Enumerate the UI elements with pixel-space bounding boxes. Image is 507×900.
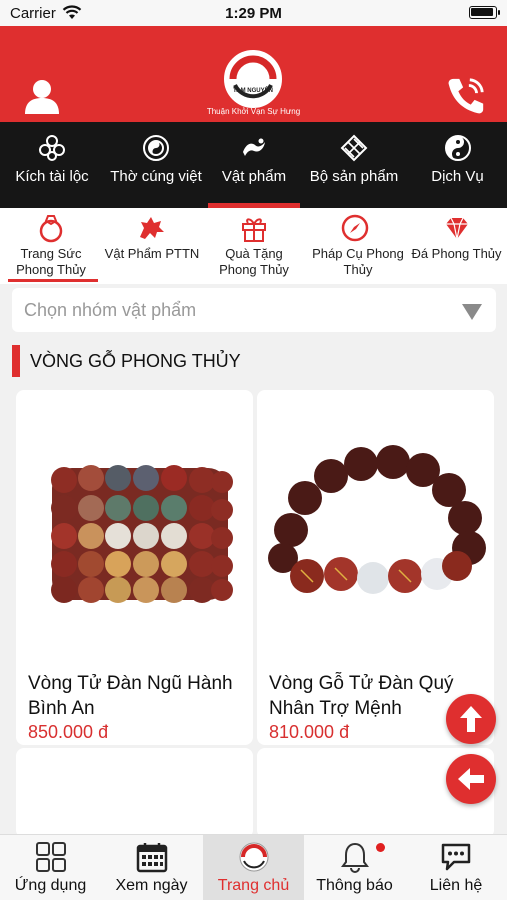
tab-label: Xem ngày	[115, 877, 188, 894]
tab-trang-chu[interactable]: Trang chủ	[203, 835, 304, 900]
tab-label: Thông báo	[316, 877, 393, 894]
apps-grid-icon	[35, 842, 66, 872]
subcategory-label: Đá Phong Thủy	[411, 246, 502, 261]
category-label: Thờ cúng việt	[110, 168, 202, 185]
tab-thong-bao[interactable]: Thông báo	[304, 835, 405, 900]
category-dich-vu[interactable]: Dịch Vụ	[408, 122, 507, 208]
tab-ung-dung[interactable]: Ứng dụng	[0, 835, 101, 900]
category-label: Dịch Vụ	[431, 168, 484, 185]
brand-tagline: Thuận Khởi Vạn Sự Hưng	[206, 107, 301, 116]
category-nav: Kích tài lộc Thờ cúng việt Vật phẩm Bộ s…	[0, 122, 507, 208]
dragon-icon	[243, 138, 265, 156]
qilin-icon	[140, 217, 164, 239]
subcategory-label: Trang Sức Phong Thủy	[16, 246, 86, 277]
chevron-down-icon	[462, 304, 482, 320]
product-price: 850.000 đ	[28, 722, 109, 742]
product-image	[51, 465, 233, 603]
category-tho-cung-viet[interactable]: Thờ cúng việt	[104, 122, 208, 208]
home-logo-icon	[239, 842, 268, 872]
clock: 1:29 PM	[225, 5, 282, 22]
scroll-to-top-button[interactable]	[446, 694, 496, 744]
subcategory-vat-pham-pttn[interactable]: Vật Phẩm PTTN	[100, 208, 204, 284]
bell-icon	[340, 842, 369, 873]
lotus-knot-icon	[39, 135, 65, 161]
product-image	[268, 445, 486, 594]
product-card[interactable]: Vòng Tử Đàn Ngũ Hành Bình An 850.000 đ	[16, 390, 253, 745]
category-vat-pham[interactable]: Vật phẩm	[208, 122, 300, 208]
select-placeholder: Chọn nhóm vật phẩm	[24, 300, 197, 320]
category-kich-tai-loc[interactable]: Kích tài lộc	[0, 122, 104, 208]
phone-call-icon[interactable]	[445, 74, 487, 118]
subcategory-phap-cu[interactable]: Pháp Cụ Phong Thủy	[304, 208, 406, 284]
bagua-icon	[143, 135, 169, 161]
product-price: 810.000 đ	[269, 722, 350, 742]
tab-label: Trang chủ	[217, 877, 290, 894]
tab-label: Ứng dụng	[14, 877, 87, 894]
section-header: VÒNG GỖ PHONG THỦY	[12, 345, 492, 377]
tab-lien-he[interactable]: Liên hệ	[405, 835, 507, 900]
chat-icon	[441, 843, 471, 871]
diamond-icon	[445, 217, 468, 240]
category-bo-san-pham[interactable]: Bộ sản phẩm	[300, 122, 408, 208]
gift-icon	[242, 218, 266, 242]
category-label: Vật phẩm	[221, 168, 287, 185]
subcategory-label: Pháp Cụ Phong Thủy	[312, 246, 404, 277]
battery-icon	[469, 6, 500, 19]
yin-yang-icon	[444, 135, 471, 161]
arrow-up-icon	[460, 706, 482, 732]
section-title: VÒNG GỖ PHONG THỦY	[30, 351, 241, 371]
arrow-left-icon	[458, 768, 484, 790]
back-button[interactable]	[446, 754, 496, 804]
logo-mark-icon	[229, 55, 277, 99]
ring-icon	[39, 215, 63, 243]
section-accent-bar	[12, 345, 20, 377]
product-group-select[interactable]: Chọn nhóm vật phẩm	[12, 288, 496, 332]
product-name: Vòng Tử Đàn Ngũ Hành Bình An	[28, 673, 233, 719]
subcategory-trang-suc[interactable]: Trang Sức Phong Thủy	[0, 208, 102, 284]
subcategory-da-phong-thuy[interactable]: Đá Phong Thủy	[406, 208, 507, 284]
subcategory-nav: Trang Sức Phong Thủy Vật Phẩm PTTN Quà T…	[0, 208, 507, 284]
subcategory-label: Vật Phẩm PTTN	[104, 246, 200, 261]
subcategory-label: Quà Tặng Phong Thủy	[219, 246, 289, 277]
category-label: Bộ sản phẩm	[309, 168, 399, 185]
subcategory-qua-tang[interactable]: Quà Tặng Phong Thủy	[204, 208, 304, 284]
tab-xem-ngay[interactable]: Xem ngày	[101, 835, 202, 900]
tab-label: Liên hệ	[429, 877, 483, 894]
status-bar: Carrier 1:29 PM	[0, 0, 507, 26]
app-header: TAM NGUYÊN Thuận Khởi Vạn Sự Hưng	[0, 26, 507, 122]
endless-knot-icon	[340, 134, 368, 162]
logo-text: TAM NGUYÊN	[233, 88, 273, 94]
calendar-icon	[136, 843, 167, 873]
bottom-tab-bar: Ứng dụng Xem ngày Trang chủ Thông báo Li…	[0, 834, 507, 900]
brand-logo[interactable]: TAM NGUYÊN	[224, 50, 282, 108]
product-card[interactable]: Vòng Gỗ Tử Đàn Quý Nhân Trợ Mệnh 810.000…	[257, 390, 494, 745]
notification-badge	[376, 843, 385, 852]
product-card[interactable]	[16, 748, 253, 838]
compass-icon	[341, 214, 369, 242]
category-label: Kích tài lộc	[15, 168, 89, 185]
